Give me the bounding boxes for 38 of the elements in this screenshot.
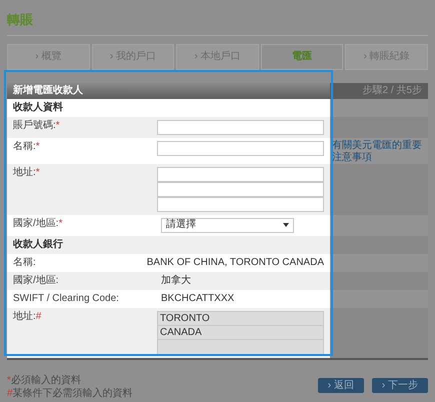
field-label: 地址: xyxy=(13,166,36,178)
required-mark: * xyxy=(36,166,40,178)
address-input[interactable] xyxy=(157,182,324,196)
field-value: BANK OF CHINA, TORONTO CANADA xyxy=(146,256,324,268)
dropdown-caret-icon xyxy=(283,223,289,227)
footnote-text: 必須輸入的資料 xyxy=(10,374,81,386)
panel-header: 新增電匯收款人 xyxy=(7,82,330,98)
nav-tab[interactable]: 電匯 xyxy=(260,44,344,70)
address-line: CANADA xyxy=(160,326,202,338)
page-title: 轉賬 xyxy=(7,10,428,36)
address-input[interactable] xyxy=(157,166,324,182)
required-mark: * xyxy=(56,120,60,130)
field-value: 加拿大 xyxy=(161,274,191,286)
important-notes-link[interactable]: 有關美元電匯的重要注意事項 xyxy=(332,140,428,164)
section-heading: 收款人銀行 xyxy=(13,238,63,250)
required-mark: * xyxy=(58,218,62,228)
field-label: 國家/地區: xyxy=(13,218,59,228)
text-input[interactable] xyxy=(157,140,324,156)
field-label: 地址: xyxy=(13,310,36,322)
field-label: 賬戶號碼: xyxy=(13,120,56,130)
required-mark: * xyxy=(36,140,40,152)
country-select[interactable]: 請選擇 xyxy=(161,218,294,232)
field-label: 名稱: xyxy=(13,140,36,152)
text-input[interactable] xyxy=(157,120,324,134)
nav-button[interactable]: › 下一步 xyxy=(372,378,428,392)
field-label: 國家/地區: xyxy=(13,274,59,286)
field-value: BKCHCATTXXX xyxy=(161,292,234,304)
nav-button[interactable]: › 返回 xyxy=(318,378,364,392)
address-input[interactable] xyxy=(157,196,324,212)
required-mark: # xyxy=(36,310,42,322)
field-label: 名稱: xyxy=(13,256,36,268)
address-line: TORONTO xyxy=(160,312,210,324)
section-heading: 收款人資料 xyxy=(13,102,63,114)
field-label: SWIFT / Clearing Code: xyxy=(13,292,119,304)
footnote-mark: # xyxy=(7,386,13,400)
footnote-mark: * xyxy=(7,374,11,386)
step-indicator: 步驟2 / 共5步 xyxy=(362,84,422,98)
footnote-text: 某條件下必需須輸入的資料 xyxy=(12,386,133,400)
